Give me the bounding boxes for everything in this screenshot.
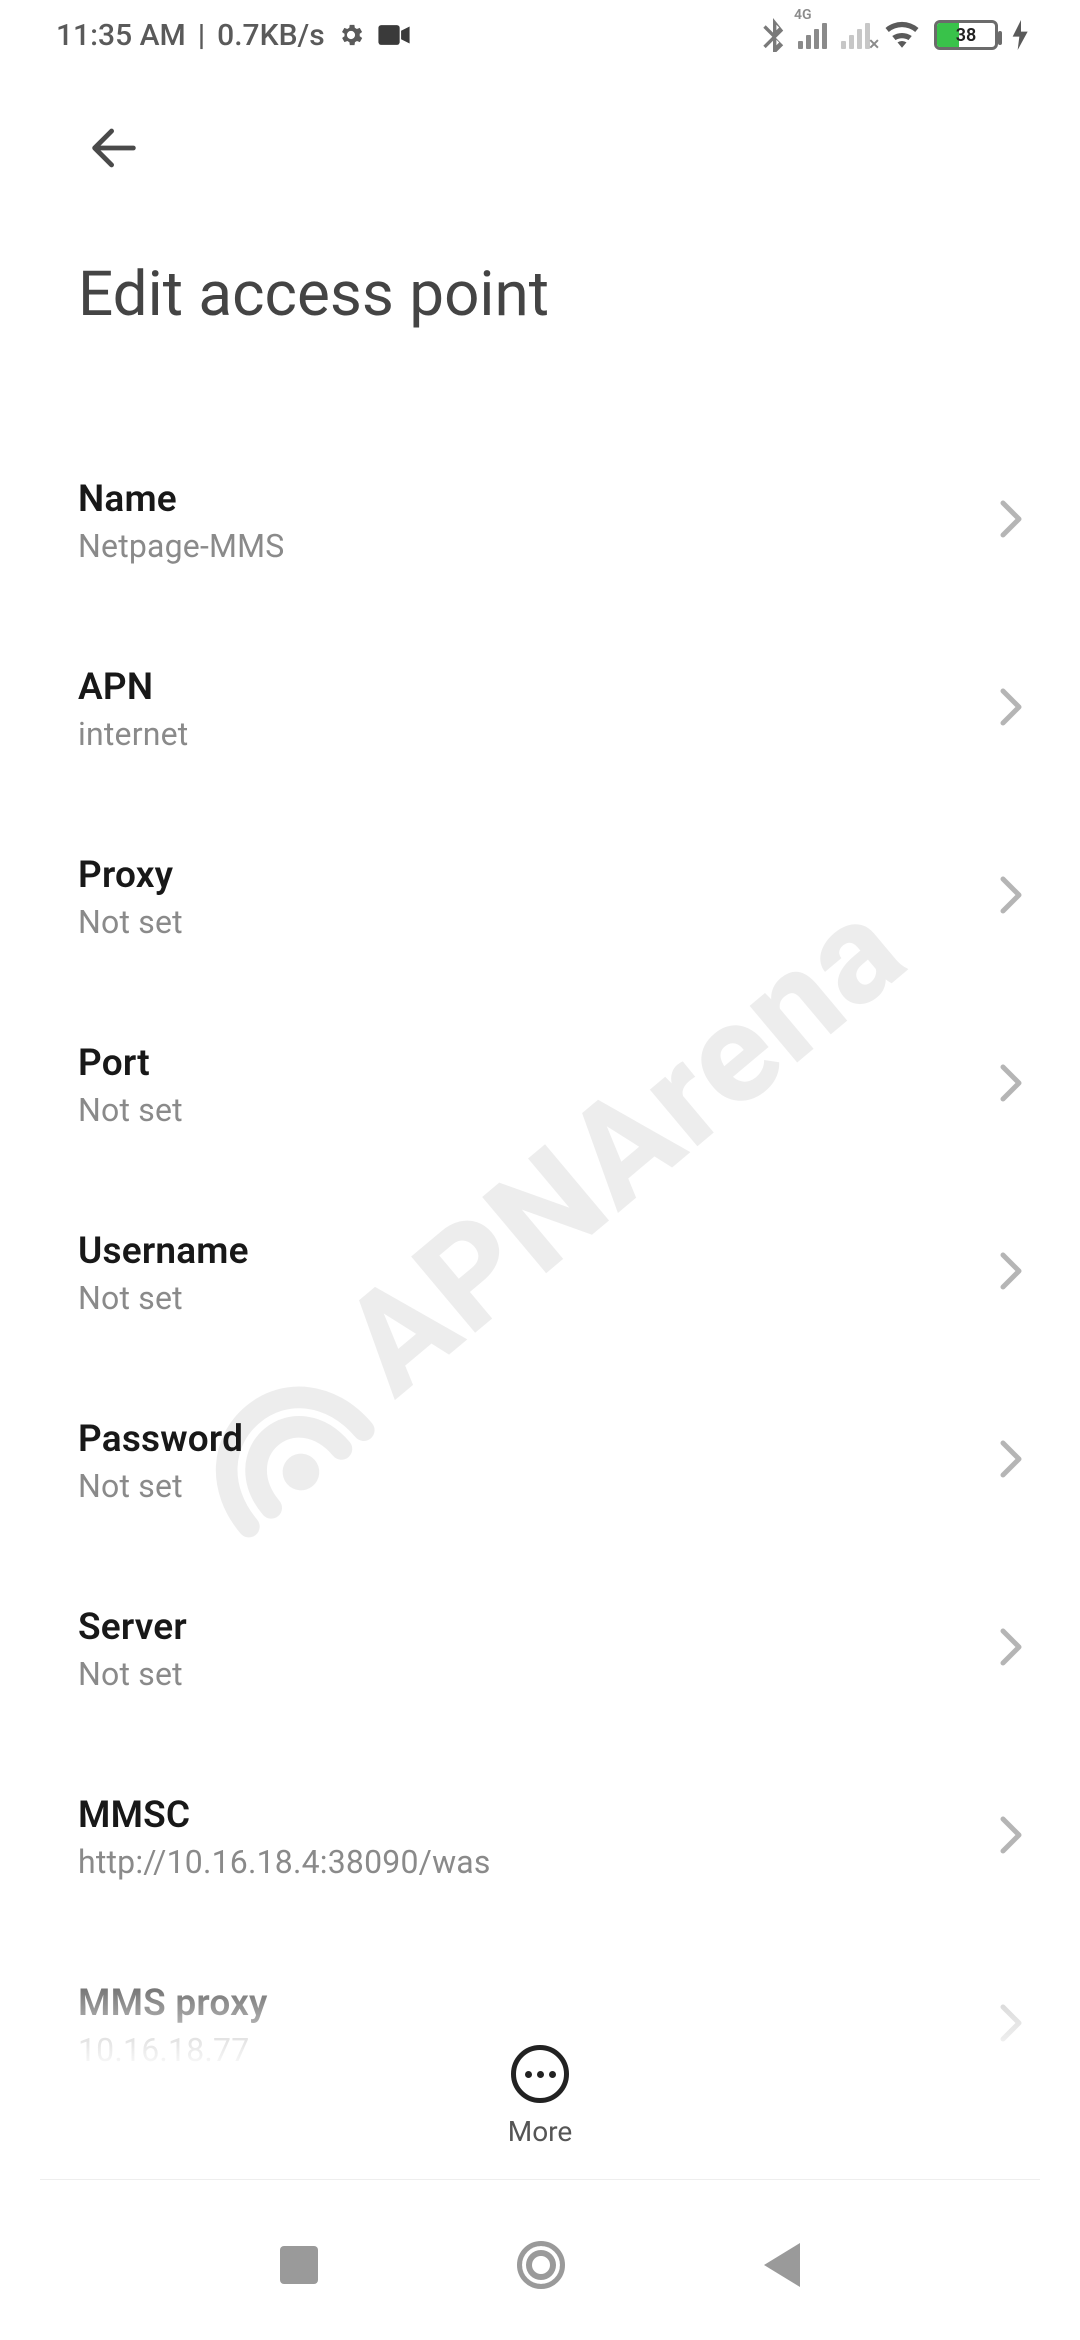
setting-item-apn[interactable]: APN internet [0,639,1080,779]
chevron-right-icon [998,1815,1024,1859]
setting-item-proxy[interactable]: Proxy Not set [0,827,1080,967]
setting-item-username[interactable]: Username Not set [0,1203,1080,1343]
camera-icon [377,23,411,47]
divider [40,2179,1040,2180]
nav-home-button[interactable] [517,2241,565,2289]
chevron-right-icon [998,499,1024,543]
back-button[interactable] [78,112,150,184]
setting-item-server[interactable]: Server Not set [0,1579,1080,1719]
signal-1-icon: 4G [798,21,827,49]
nav-recents-button[interactable] [280,2246,318,2284]
setting-label: Server [78,1606,1002,1649]
battery-icon: 38 [934,20,998,50]
status-time: 11:35 AM [56,18,186,53]
more-button[interactable] [511,2045,569,2103]
setting-label: MMSC [78,1794,1002,1837]
setting-label: MMS proxy [78,1982,1002,2025]
chevron-right-icon [998,1063,1024,1107]
signal-2-nosim-icon: ✕ [868,37,880,53]
charging-icon [1012,20,1030,50]
setting-label: Port [78,1042,1002,1085]
setting-value: http://10.16.18.4:38090/was [78,1843,1002,1881]
setting-value: Not set [78,1091,1002,1129]
signal-2-icon: ✕ [841,21,870,49]
chevron-right-icon [998,1627,1024,1671]
settings-list: Name Netpage-MMS APN internet Proxy Not … [0,331,1080,2095]
setting-value: Netpage-MMS [78,527,1002,565]
chevron-right-icon [998,687,1024,731]
setting-label: Proxy [78,854,1002,897]
chevron-right-icon [998,1439,1024,1483]
wifi-icon [884,20,920,50]
setting-item-port[interactable]: Port Not set [0,1015,1080,1155]
setting-value: Not set [78,903,1002,941]
status-bar: 11:35 AM | 0.7KB/s 4G ✕ [0,0,1080,70]
battery-pct: 38 [937,25,995,46]
setting-value: Not set [78,1279,1002,1317]
chevron-right-icon [998,2003,1024,2047]
setting-item-password[interactable]: Password Not set [0,1391,1080,1531]
chevron-right-icon [998,875,1024,919]
page-title: Edit access point [0,184,1080,331]
nav-back-button[interactable] [764,2243,800,2287]
setting-item-mmsc[interactable]: MMSC http://10.16.18.4:38090/was [0,1767,1080,1907]
setting-label: Name [78,478,1002,521]
setting-label: Username [78,1230,1002,1273]
gear-icon [337,21,365,49]
setting-label: Password [78,1418,1002,1461]
more-label: More [508,2115,573,2148]
bluetooth-icon [762,18,784,52]
status-netspeed: 0.7KB/s [217,18,324,53]
setting-value: Not set [78,1467,1002,1505]
nav-bar [0,2190,1080,2340]
signal-1-label: 4G [794,7,812,23]
setting-label: APN [78,666,1002,709]
status-sep: | [198,18,205,53]
setting-value: Not set [78,1655,1002,1693]
setting-value: internet [78,715,1002,753]
chevron-right-icon [998,1251,1024,1295]
setting-item-name[interactable]: Name Netpage-MMS [0,451,1080,591]
